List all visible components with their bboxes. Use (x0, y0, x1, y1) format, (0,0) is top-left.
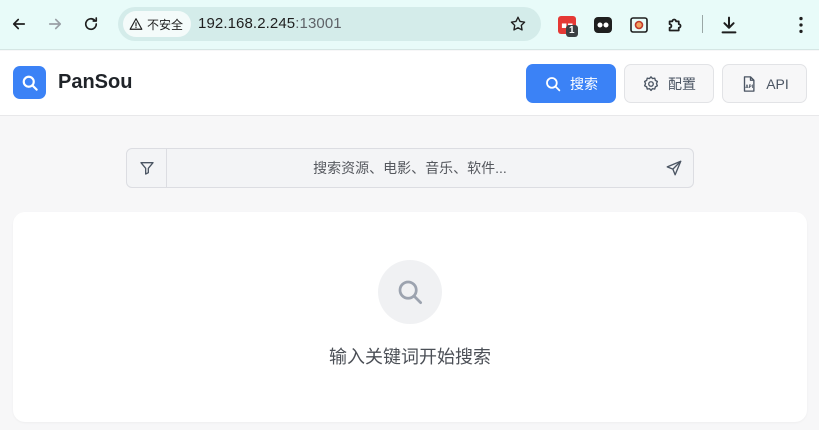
search-icon (546, 76, 561, 91)
api-button[interactable]: API API (722, 64, 807, 103)
reload-button[interactable] (76, 9, 106, 39)
search-button-label: 搜索 (570, 75, 598, 92)
extension-badge: 1 (566, 25, 578, 37)
extension-capture-icon[interactable] (628, 14, 650, 36)
download-icon[interactable] (718, 14, 740, 36)
bookmark-star-icon[interactable] (509, 15, 527, 33)
filter-icon (139, 162, 154, 175)
address-bar[interactable]: 不安全 192.168.2.245:13001 (118, 7, 541, 41)
extension-bear-icon[interactable] (592, 14, 614, 36)
config-button[interactable]: 配置 (624, 64, 714, 103)
gear-icon (643, 75, 659, 91)
svg-text:API: API (746, 83, 754, 88)
empty-state-icon-circle (378, 260, 442, 324)
empty-state-message: 输入关键词开始搜索 (329, 347, 491, 367)
extensions-puzzle-icon[interactable] (665, 14, 687, 36)
back-button[interactable] (4, 9, 34, 39)
more-menu-icon[interactable] (790, 14, 812, 36)
send-icon[interactable] (665, 159, 683, 177)
results-card: 输入关键词开始搜索 (13, 212, 807, 422)
url-port: :13001 (295, 15, 342, 32)
url-host: 192.168.2.245 (198, 15, 296, 32)
brand-name: PanSou (58, 71, 133, 93)
security-indicator[interactable]: 不安全 (123, 11, 192, 37)
security-label: 不安全 (147, 17, 184, 32)
search-button[interactable]: 搜索 (526, 64, 616, 103)
search-icon (22, 75, 38, 91)
reload-icon (84, 17, 98, 31)
logo[interactable] (13, 66, 46, 99)
url-text[interactable]: 192.168.2.245:13001 (198, 15, 342, 32)
search-input[interactable] (168, 149, 652, 187)
filter-button[interactable] (127, 149, 167, 187)
toolbar-separator (702, 15, 703, 33)
api-doc-icon: API (744, 75, 755, 92)
forward-button[interactable] (40, 9, 70, 39)
warning-icon (129, 18, 143, 30)
browser-toolbar: 不安全 192.168.2.245:13001 ▪▪ 1 (0, 0, 819, 50)
arrow-left-icon (12, 18, 26, 30)
arrow-right-icon (48, 18, 62, 30)
search-bar (126, 148, 694, 188)
app-header: PanSou 搜索 配置 API API (0, 51, 819, 116)
search-icon (398, 280, 422, 304)
config-button-label: 配置 (668, 75, 696, 92)
api-button-label: API (766, 75, 789, 92)
